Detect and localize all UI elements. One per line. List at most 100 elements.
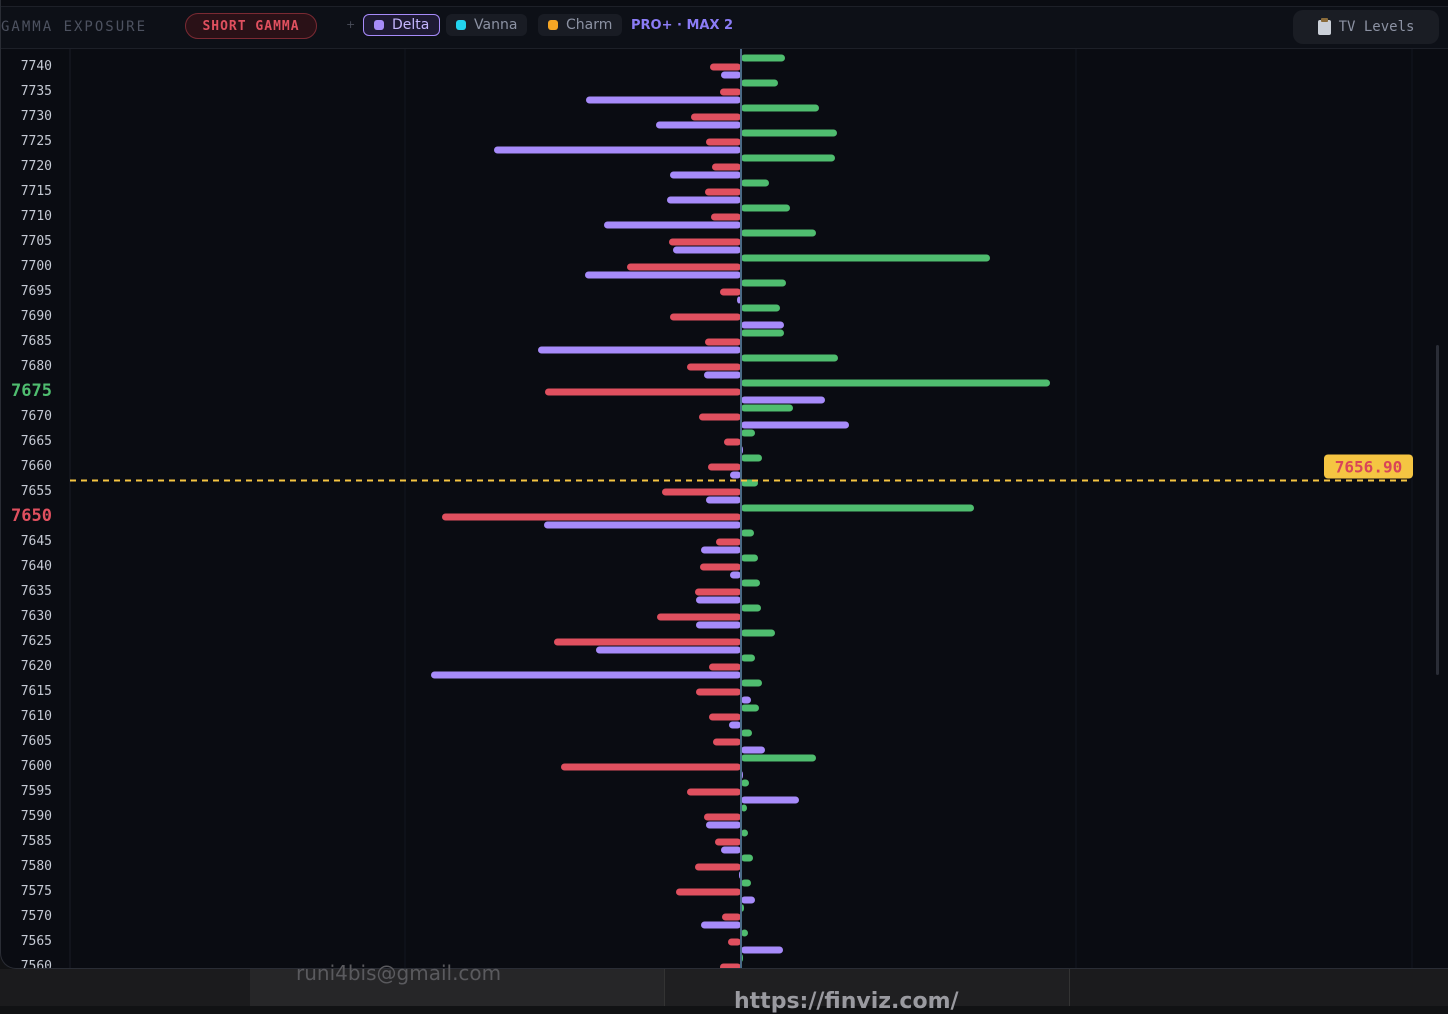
strike-label: 7570 (21, 909, 52, 924)
put-gamma-bar (442, 513, 741, 521)
strike-label: 7640 (21, 559, 52, 574)
tv-levels-label: TV Levels (1338, 19, 1415, 35)
call-gamma-bar (741, 254, 990, 262)
call-gamma-bar (741, 79, 778, 87)
call-gamma-bar (741, 629, 775, 637)
put-gamma-bar (545, 388, 741, 396)
delta-bar (741, 421, 849, 429)
put-gamma-bar (705, 188, 741, 196)
delta-bar (706, 821, 741, 829)
put-gamma-bar (561, 763, 741, 771)
call-wall-strike-label: 7675 (11, 381, 52, 401)
put-gamma-bar (687, 363, 741, 371)
put-gamma-bar (704, 813, 741, 821)
put-wall-strike-label: 7650 (11, 506, 52, 526)
put-gamma-bar (657, 613, 741, 621)
strike-label: 7590 (21, 809, 52, 824)
put-gamma-bar (669, 238, 741, 246)
call-gamma-bar (741, 129, 837, 137)
put-gamma-bar (691, 113, 741, 121)
strike-label: 7645 (21, 534, 52, 549)
delta-bar (673, 246, 741, 254)
delta-bar (538, 346, 741, 354)
put-gamma-bar (712, 163, 741, 171)
strike-label: 7610 (21, 709, 52, 724)
call-gamma-bar (741, 204, 790, 212)
strike-label: 7720 (21, 159, 52, 174)
add-overlay-icon[interactable]: + (346, 18, 355, 31)
call-gamma-bar (741, 454, 762, 462)
call-gamma-bar (741, 304, 780, 312)
call-gamma-bar (741, 779, 749, 787)
strike-label: 7705 (21, 234, 52, 249)
delta-bar (701, 546, 741, 554)
overlay-toggle-delta[interactable]: Delta (363, 14, 441, 36)
call-gamma-bar (741, 279, 786, 287)
strike-label: 7665 (21, 434, 52, 449)
delta-bar (741, 796, 799, 804)
call-gamma-bar (741, 879, 751, 887)
strike-label: 7580 (21, 859, 52, 874)
call-gamma-bar (741, 579, 760, 587)
delta-bar (721, 846, 741, 854)
strike-axis: 7740 7735 7730 7725 7720 7715 7710 7705 7700 7695… (11, 59, 52, 968)
put-gamma-bar (724, 438, 741, 446)
delta-bar (596, 646, 741, 654)
delta-bar (656, 121, 741, 129)
strike-label: 7680 (21, 359, 52, 374)
delta-bar (730, 571, 741, 579)
call-gamma-bar (741, 379, 1050, 387)
put-gamma-bar (713, 738, 741, 746)
strike-label: 7725 (21, 134, 52, 149)
delta-bar (730, 471, 741, 479)
call-gamma-bar (741, 179, 769, 187)
call-gamma-bar (741, 929, 748, 937)
put-gamma-bar (716, 538, 741, 546)
panel-title: GAMMA EXPOSURE (1, 19, 148, 35)
delta-bar (494, 146, 741, 154)
overlay-label: Charm (566, 17, 613, 33)
put-gamma-bar (700, 563, 741, 571)
strike-label: 7585 (21, 834, 52, 849)
put-gamma-bar (722, 913, 741, 921)
put-gamma-bar (695, 588, 741, 596)
strike-label: 7625 (21, 634, 52, 649)
put-gamma-bar (728, 938, 741, 946)
put-gamma-bar (627, 263, 741, 271)
strike-label: 7700 (21, 259, 52, 274)
call-gamma-bar (741, 604, 761, 612)
overlay-toggle-vanna[interactable]: Vanna (446, 14, 528, 36)
chart-scrollbar[interactable] (1436, 345, 1439, 675)
clipboard-icon (1317, 17, 1331, 35)
delta-bar (696, 596, 741, 604)
put-gamma-bar (710, 63, 741, 71)
strike-label: 7735 (21, 84, 52, 99)
call-gamma-bar (741, 229, 816, 237)
overlay-toggle-charm[interactable]: Charm (538, 14, 623, 36)
delta-bar (741, 746, 765, 754)
call-gamma-bar (741, 679, 762, 687)
put-gamma-bar (695, 863, 741, 871)
call-gamma-bar (741, 329, 784, 337)
strike-label: 7565 (21, 934, 52, 949)
call-gamma-bar (741, 554, 758, 562)
put-gamma-bar (720, 288, 741, 296)
put-gamma-bar (676, 888, 741, 896)
tv-levels-button[interactable]: TV Levels (1293, 10, 1439, 44)
delta-swatch-icon (374, 20, 384, 30)
call-gamma-bar (741, 104, 819, 112)
put-gamma-bar (670, 313, 741, 321)
strike-label: 7595 (21, 784, 52, 799)
gamma-regime-badge[interactable]: SHORT GAMMA (185, 13, 317, 39)
delta-bar (741, 946, 783, 954)
strike-label: 7730 (21, 109, 52, 124)
call-gamma-bar (741, 529, 754, 537)
delta-bar (704, 371, 741, 379)
delta-bar (706, 496, 741, 504)
background-window: runi4bis@gmail.com https://finviz.com/ (0, 961, 1448, 1014)
strike-label: 7605 (21, 734, 52, 749)
background-email-text: runi4bis@gmail.com (296, 961, 502, 985)
call-gamma-bar (741, 404, 793, 412)
put-gamma-bar (662, 488, 741, 496)
delta-bar (741, 896, 755, 904)
